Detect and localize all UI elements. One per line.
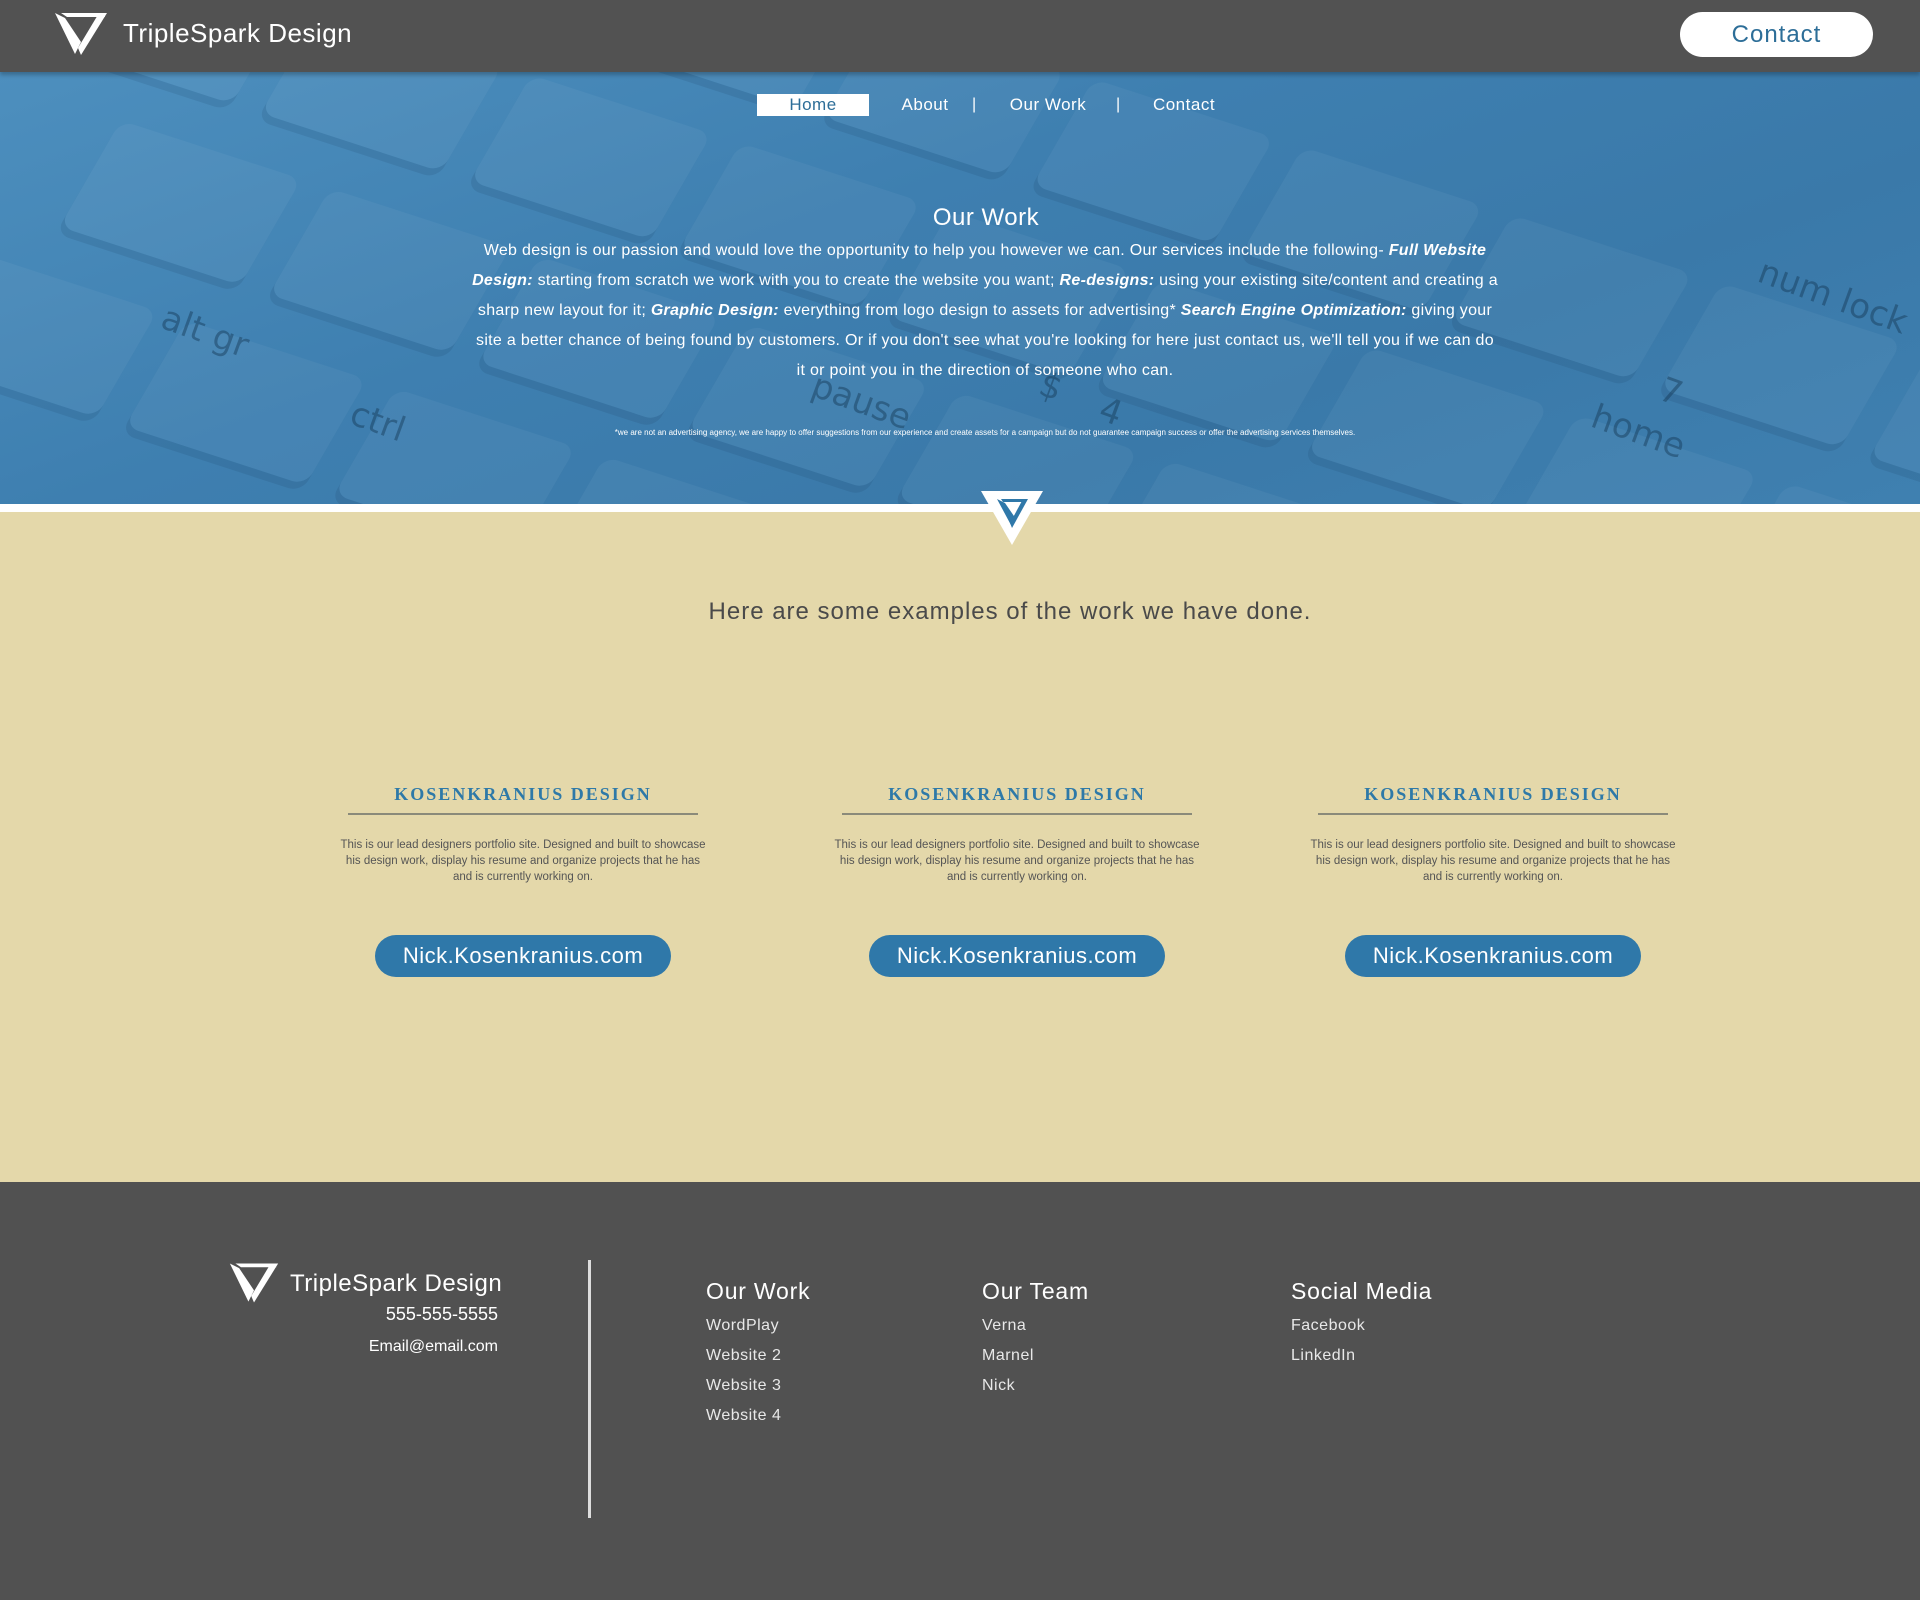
footer-brand-name[interactable]: TripleSpark Design (290, 1270, 502, 1298)
examples-heading: Here are some examples of the work we ha… (708, 598, 1312, 625)
footer-link[interactable]: LinkedIn (1291, 1341, 1432, 1371)
desc-emphasis: Re-designs: (1059, 272, 1155, 289)
footer-link[interactable]: Nick (982, 1371, 1089, 1401)
footer-link[interactable]: Marnel (982, 1341, 1089, 1371)
footer-link[interactable]: Facebook (1291, 1311, 1432, 1341)
desc-text: starting from scratch we work with you t… (532, 272, 1060, 289)
work-card-title: KOSENKRANIUS DESIGN (1318, 784, 1668, 815)
footer-column-social-media: Social Media Facebook LinkedIn (1291, 1278, 1432, 1371)
footer-email[interactable]: Email@email.com (300, 1338, 498, 1356)
hero-title: Our Work (932, 204, 1040, 231)
nav-home[interactable]: Home (757, 94, 869, 116)
work-card: KOSENKRANIUS DESIGN This is our lead des… (1308, 784, 1678, 977)
desc-text: Web design is our passion and would love… (483, 242, 1389, 259)
footer-column-our-team: Our Team Verna Marnel Nick (982, 1278, 1089, 1401)
footer-phone[interactable]: 555-555-5555 (300, 1304, 498, 1325)
footer-link[interactable]: Website 3 (706, 1371, 810, 1401)
desc-emphasis: Graphic Design: (650, 302, 779, 319)
work-card: KOSENKRANIUS DESIGN This is our lead des… (338, 784, 708, 977)
nav-separator: | (972, 96, 977, 113)
hero-description: Web design is our passion and would love… (470, 236, 1500, 386)
top-bar: TripleSpark Design Contact (0, 0, 1920, 72)
work-card: KOSENKRANIUS DESIGN This is our lead des… (832, 784, 1202, 977)
work-card-link-button[interactable]: Nick.Kosenkranius.com (869, 935, 1165, 977)
hero-section: ctrl alt gr pause home num lock 7 $ 4 Ho… (0, 72, 1920, 504)
inverted-triangle-icon (981, 491, 1043, 545)
nav-separator: | (1116, 96, 1121, 113)
footer: TripleSpark Design 555-555-5555 Email@em… (0, 1182, 1920, 1600)
contact-button[interactable]: Contact (1680, 12, 1873, 57)
footer-link[interactable]: WordPlay (706, 1311, 810, 1341)
advertising-disclaimer: *we are not an advertising agency, we ar… (614, 428, 1356, 437)
work-card-description: This is our lead designers portfolio sit… (340, 839, 706, 883)
brand-name[interactable]: TripleSpark Design (123, 18, 352, 49)
main-nav: Home About | Our Work | Contact (0, 94, 1920, 120)
triplespark-logo-icon[interactable] (53, 10, 109, 58)
work-card-link-button[interactable]: Nick.Kosenkranius.com (1345, 935, 1641, 977)
work-card-description: This is our lead designers portfolio sit… (834, 839, 1200, 883)
footer-link[interactable]: Website 2 (706, 1341, 810, 1371)
work-card-description: This is our lead designers portfolio sit… (1310, 839, 1676, 883)
footer-column-heading: Our Team (982, 1278, 1089, 1304)
desc-emphasis: Search Engine Optimization: (1180, 302, 1407, 319)
nav-about[interactable]: About (890, 94, 960, 116)
triplespark-logo-icon[interactable] (228, 1260, 280, 1306)
section-divider (0, 504, 1920, 512)
nav-contact[interactable]: Contact (1144, 94, 1224, 116)
footer-link[interactable]: Verna (982, 1311, 1089, 1341)
footer-divider (588, 1260, 591, 1518)
work-card-link-button[interactable]: Nick.Kosenkranius.com (375, 935, 671, 977)
work-card-title: KOSENKRANIUS DESIGN (348, 784, 698, 815)
footer-column-heading: Our Work (706, 1278, 811, 1304)
nav-our-work[interactable]: Our Work (998, 94, 1098, 116)
work-card-title: KOSENKRANIUS DESIGN (842, 784, 1192, 815)
footer-link[interactable]: Website 4 (706, 1401, 810, 1431)
footer-column-heading: Social Media (1291, 1278, 1433, 1304)
footer-column-our-work: Our Work WordPlay Website 2 Website 3 We… (706, 1278, 810, 1431)
desc-text: everything from logo design to assets fo… (778, 302, 1181, 319)
